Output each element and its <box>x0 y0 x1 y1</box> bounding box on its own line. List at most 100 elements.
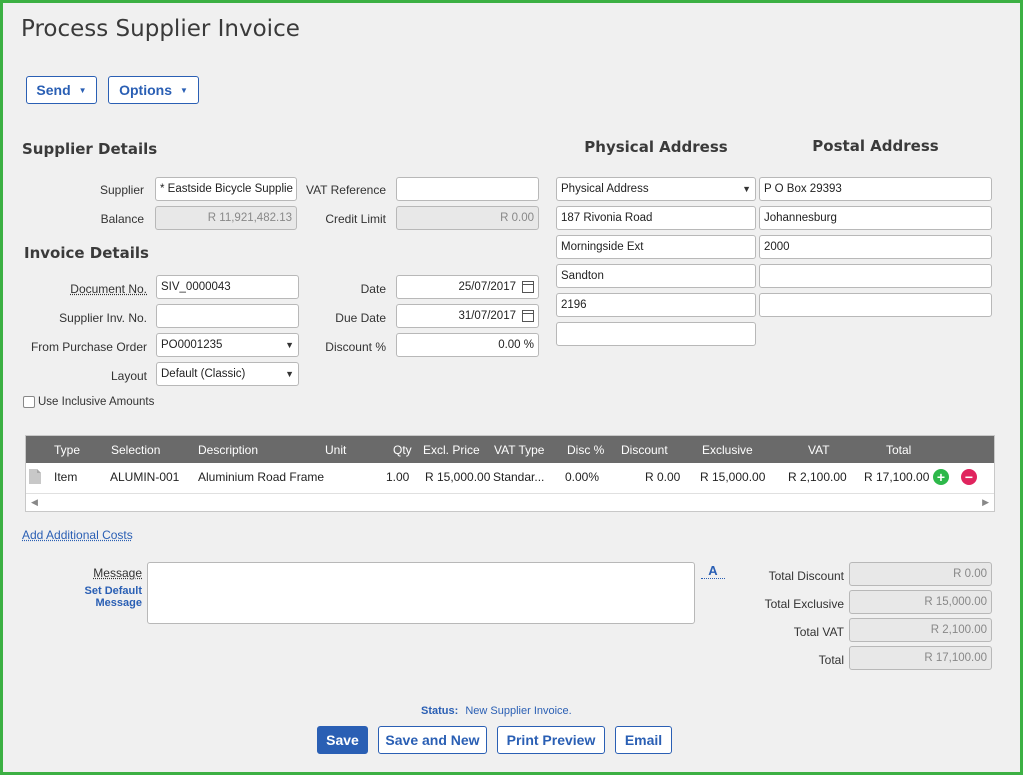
grid-horizontal-scrollbar[interactable]: ◀ ▶ <box>26 493 994 511</box>
table-row[interactable]: Item ALUMIN-001 Aluminium Road Frame 1.0… <box>26 463 994 491</box>
total-discount-field: R 0.00 <box>849 562 992 586</box>
col-vat-type[interactable]: VAT Type <box>494 443 544 457</box>
physical-address-type-value: Physical Address <box>561 183 649 195</box>
options-label: Options <box>119 82 172 98</box>
vat-reference-input[interactable] <box>396 177 539 201</box>
col-unit[interactable]: Unit <box>325 443 346 457</box>
grid-header: Type Selection Description Unit Qty Excl… <box>26 436 994 463</box>
app-window: Process Supplier Invoice Send ▼ Options … <box>0 0 1023 775</box>
set-default-message-link[interactable]: Set Default Message <box>38 585 142 609</box>
email-button[interactable]: Email <box>615 726 672 754</box>
caret-down-icon: ▼ <box>179 85 188 95</box>
cell-vat-type: Standar... <box>493 470 545 484</box>
supplier-value: * Eastside Bicycle Supplie <box>160 183 293 195</box>
postal-address-line-5[interactable] <box>759 293 992 317</box>
postal-address-line-1[interactable]: P O Box 29393 <box>759 177 992 201</box>
cell-excl-price: R 15,000.00 <box>425 470 491 484</box>
supplier-label: Supplier <box>99 183 144 197</box>
total-label: Total <box>818 653 844 667</box>
message-label[interactable]: Message <box>63 566 142 580</box>
col-selection[interactable]: Selection <box>111 443 160 457</box>
physical-address-line-2[interactable]: Morningside Ext <box>556 235 756 259</box>
cell-disc-pct: 0.00% <box>565 470 600 484</box>
inclusive-amounts-option[interactable]: Use Inclusive Amounts <box>23 396 154 408</box>
col-exclusive[interactable]: Exclusive <box>702 443 753 457</box>
postal-address-line-3[interactable]: 2000 <box>759 235 992 259</box>
status-line: Status: New Supplier Invoice. <box>421 705 572 717</box>
invoice-details-heading: Invoice Details <box>24 244 149 262</box>
scroll-right-icon[interactable]: ▶ <box>982 497 989 508</box>
supplier-inv-no-label: Supplier Inv. No. <box>59 311 147 325</box>
status-value: New Supplier Invoice. <box>465 705 572 717</box>
caret-down-icon: ▼ <box>78 85 87 95</box>
minus-circle-icon[interactable]: − <box>961 469 977 485</box>
col-qty[interactable]: Qty <box>393 443 412 457</box>
balance-label: Balance <box>100 212 144 226</box>
cell-description: Aluminium Road Frame <box>198 470 325 484</box>
plus-circle-icon[interactable]: + <box>933 469 949 485</box>
due-date-label: Due Date <box>335 311 386 325</box>
document-no-label[interactable]: Document No. <box>33 282 147 296</box>
save-and-new-button[interactable]: Save and New <box>378 726 487 754</box>
purchase-order-select[interactable]: PO0001235 ▼ <box>156 333 299 357</box>
vat-reference-label: VAT Reference <box>305 183 386 197</box>
save-button[interactable]: Save <box>317 726 368 754</box>
col-disc-pct[interactable]: Disc % <box>567 443 604 457</box>
cell-qty: 1.00 <box>386 470 410 484</box>
postal-address-line-2[interactable]: Johannesburg <box>759 206 992 230</box>
col-excl-price[interactable]: Excl. Price <box>423 443 480 457</box>
physical-address-line-3[interactable]: Sandton <box>556 264 756 288</box>
date-value: 25/07/2017 <box>458 281 516 293</box>
document-no-input[interactable]: SIV_0000043 <box>156 275 299 299</box>
cell-type: Item <box>54 470 78 484</box>
postal-address-line-4[interactable] <box>759 264 992 288</box>
physical-address-line-4[interactable]: 2196 <box>556 293 756 317</box>
print-preview-button[interactable]: Print Preview <box>497 726 605 754</box>
col-discount[interactable]: Discount <box>621 443 668 457</box>
credit-limit-label: Credit Limit <box>325 212 386 226</box>
options-button[interactable]: Options ▼ <box>108 76 199 104</box>
send-label: Send <box>36 82 71 98</box>
inclusive-amounts-checkbox[interactable] <box>23 396 35 408</box>
physical-address-type-select[interactable]: Physical Address ▼ <box>556 177 756 201</box>
font-style-icon[interactable]: A <box>701 563 725 579</box>
layout-select[interactable]: Default (Classic) ▼ <box>156 362 299 386</box>
purchase-order-label: From Purchase Order <box>30 340 147 354</box>
purchase-order-value: PO0001235 <box>161 339 223 351</box>
cell-discount: R 0.00 <box>645 470 681 484</box>
discount-input[interactable]: 0.00 % <box>396 333 539 357</box>
cell-selection: ALUMIN-001 <box>110 470 180 484</box>
chevron-down-icon: ▼ <box>285 369 294 379</box>
total-exclusive-field: R 15,000.00 <box>849 590 992 614</box>
total-field: R 17,100.00 <box>849 646 992 670</box>
postal-address-heading: Postal Address <box>812 137 939 155</box>
col-vat[interactable]: VAT <box>808 443 830 457</box>
scroll-left-icon[interactable]: ◀ <box>31 497 38 508</box>
physical-address-line-1[interactable]: 187 Rivonia Road <box>556 206 756 230</box>
message-textarea[interactable] <box>147 562 695 624</box>
date-input[interactable]: 25/07/2017 <box>396 275 539 299</box>
total-vat-label: Total VAT <box>793 625 844 639</box>
add-additional-costs-link[interactable]: Add Additional Costs <box>22 528 133 542</box>
cell-exclusive: R 15,000.00 <box>700 470 766 484</box>
page-title: Process Supplier Invoice <box>21 16 300 42</box>
physical-address-line-5[interactable] <box>556 322 756 346</box>
send-button[interactable]: Send ▼ <box>26 76 97 104</box>
cell-total: R 17,100.00 <box>864 470 930 484</box>
col-type[interactable]: Type <box>54 443 80 457</box>
calendar-icon[interactable] <box>522 281 534 293</box>
layout-value: Default (Classic) <box>161 368 246 380</box>
col-total[interactable]: Total <box>886 443 911 457</box>
document-icon <box>29 469 41 487</box>
chevron-down-icon: ▼ <box>742 184 751 194</box>
supplier-select[interactable]: * Eastside Bicycle Supplie ▼ <box>155 177 297 201</box>
calendar-icon[interactable] <box>522 310 534 322</box>
total-discount-label: Total Discount <box>768 569 844 583</box>
total-exclusive-label: Total Exclusive <box>764 597 844 611</box>
due-date-input[interactable]: 31/07/2017 <box>396 304 539 328</box>
total-vat-field: R 2,100.00 <box>849 618 992 642</box>
col-description[interactable]: Description <box>198 443 258 457</box>
balance-field: R 11,921,482.13 <box>155 206 297 230</box>
credit-limit-field: R 0.00 <box>396 206 539 230</box>
supplier-inv-no-input[interactable] <box>156 304 299 328</box>
